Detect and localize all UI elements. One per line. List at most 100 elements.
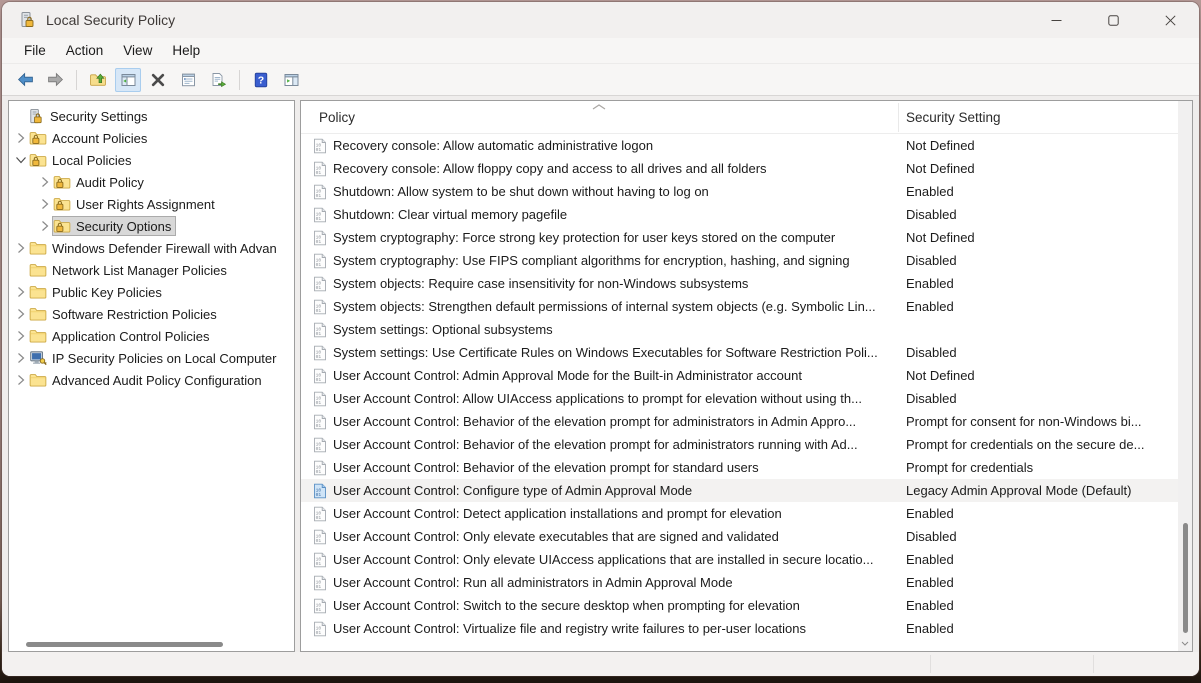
policy-row[interactable]: 1001User Account Control: Behavior of th… (301, 433, 1192, 456)
title-bar[interactable]: Local Security Policy (2, 2, 1199, 38)
tree-item-account-policies[interactable]: Account Policies (9, 127, 294, 149)
policy-doc-icon: 1001 (313, 368, 327, 384)
tree-item-audit-policy[interactable]: Audit Policy (9, 171, 294, 193)
chevron-right-icon[interactable] (13, 350, 29, 366)
tree-hscroll-thumb[interactable] (26, 642, 223, 647)
tree-item-application-control-policies[interactable]: Application Control Policies (9, 325, 294, 347)
menu-view[interactable]: View (113, 40, 162, 61)
policy-row[interactable]: 1001User Account Control: Switch to the … (301, 594, 1192, 617)
tree-item-security-settings[interactable]: Security Settings (9, 105, 294, 127)
chevron-right-icon[interactable] (37, 218, 53, 234)
list-header: Policy Security Setting (301, 101, 1192, 134)
chevron-down-icon[interactable] (13, 152, 29, 168)
policy-row[interactable]: 1001System cryptography: Force strong ke… (301, 226, 1192, 249)
security-settings-icon (27, 108, 45, 124)
column-header-security-setting[interactable]: Security Setting (906, 110, 1001, 125)
tree-item-label: Application Control Policies (52, 329, 210, 344)
security-setting-value: Enabled (906, 598, 1174, 613)
tree-item-network-list-manager-policies[interactable]: Network List Manager Policies (9, 259, 294, 281)
minimize-button[interactable] (1028, 2, 1085, 38)
policy-row[interactable]: 1001Recovery console: Allow floppy copy … (301, 157, 1192, 180)
close-icon (1165, 15, 1176, 26)
policy-row[interactable]: 1001System objects: Strengthen default p… (301, 295, 1192, 318)
tree-item-label: Advanced Audit Policy Configuration (52, 373, 262, 388)
tree-item-public-key-policies[interactable]: Public Key Policies (9, 281, 294, 303)
policy-row[interactable]: 1001User Account Control: Allow UIAccess… (301, 387, 1192, 410)
help-button[interactable]: ? (248, 68, 274, 92)
security-setting-value: Disabled (906, 207, 1174, 222)
policy-row[interactable]: 1001System settings: Optional subsystems (301, 318, 1192, 341)
export-list-button[interactable] (205, 68, 231, 92)
policy-name: User Account Control: Behavior of the el… (333, 437, 893, 452)
chevron-right-icon[interactable] (37, 174, 53, 190)
svg-text:01: 01 (316, 400, 322, 406)
properties-button[interactable] (175, 68, 201, 92)
policy-row[interactable]: 1001User Account Control: Only elevate U… (301, 548, 1192, 571)
policy-name: User Account Control: Run all administra… (333, 575, 893, 590)
policy-row[interactable]: 1001System cryptography: Use FIPS compli… (301, 249, 1192, 272)
policy-row[interactable]: 1001User Account Control: Virtualize fil… (301, 617, 1192, 640)
policy-row[interactable]: 1001Shutdown: Allow system to be shut do… (301, 180, 1192, 203)
folder-lock-icon (29, 152, 47, 168)
help-icon: ? (253, 72, 269, 88)
close-button[interactable] (1142, 2, 1199, 38)
policy-row[interactable]: 1001Shutdown: Clear virtual memory pagef… (301, 203, 1192, 226)
list-vscroll-thumb[interactable] (1183, 523, 1188, 633)
policy-row[interactable]: 1001User Account Control: Only elevate e… (301, 525, 1192, 548)
security-setting-value: Prompt for consent for non-Windows bi... (906, 414, 1174, 429)
tree-item-local-policies[interactable]: Local Policies (9, 149, 294, 171)
chevron-right-icon[interactable] (13, 372, 29, 388)
tree-item-ip-security-policies-on-local-computer[interactable]: IP Security Policies on Local Computer (9, 347, 294, 369)
tree-item-software-restriction-policies[interactable]: Software Restriction Policies (9, 303, 294, 325)
policy-doc-icon: 1001 (313, 230, 327, 246)
tree-item-body: IP Security Policies on Local Computer (29, 349, 280, 367)
chevron-right-icon[interactable] (13, 306, 29, 322)
column-header-policy[interactable]: Policy (319, 110, 355, 125)
delete-button[interactable] (145, 68, 171, 92)
policy-doc-icon: 1001 (313, 621, 327, 637)
show-action-pane-button[interactable] (278, 68, 304, 92)
folder-icon (29, 372, 47, 388)
menu-action[interactable]: Action (56, 40, 114, 61)
tree-item-advanced-audit-policy-configuration[interactable]: Advanced Audit Policy Configuration (9, 369, 294, 391)
show-action-pane-icon (283, 72, 300, 88)
tree-item-user-rights-assignment[interactable]: User Rights Assignment (9, 193, 294, 215)
tree-horizontal-scrollbar[interactable] (9, 640, 294, 649)
tree-item-label: Software Restriction Policies (52, 307, 217, 322)
tree-item-windows-defender-firewall-with-advan[interactable]: Windows Defender Firewall with Advan (9, 237, 294, 259)
menu-file[interactable]: File (14, 40, 56, 61)
policy-row[interactable]: 1001User Account Control: Detect applica… (301, 502, 1192, 525)
scroll-down-icon[interactable] (1181, 641, 1189, 646)
forward-button[interactable] (42, 68, 68, 92)
list-vertical-scrollbar[interactable] (1178, 101, 1192, 651)
up-one-level-button[interactable] (85, 68, 111, 92)
svg-text:01: 01 (316, 469, 322, 475)
policy-row[interactable]: 1001Recovery console: Allow automatic ad… (301, 134, 1192, 157)
tree-item-label: Public Key Policies (52, 285, 162, 300)
column-divider[interactable] (898, 103, 899, 132)
policy-row[interactable]: 1001User Account Control: Configure type… (301, 479, 1192, 502)
policy-row[interactable]: 1001User Account Control: Admin Approval… (301, 364, 1192, 387)
tree-item-body: Local Policies (29, 151, 136, 169)
menu-help[interactable]: Help (162, 40, 210, 61)
chevron-right-icon[interactable] (37, 196, 53, 212)
chevron-right-icon[interactable] (13, 284, 29, 300)
chevron-right-icon[interactable] (13, 130, 29, 146)
policy-row[interactable]: 1001User Account Control: Behavior of th… (301, 456, 1192, 479)
maximize-button[interactable] (1085, 2, 1142, 38)
show-console-tree-button[interactable] (115, 68, 141, 92)
back-button[interactable] (12, 68, 38, 92)
svg-text:01: 01 (316, 308, 322, 314)
toolbar: ? (2, 64, 1199, 96)
security-setting-value: Enabled (906, 299, 1174, 314)
policy-row[interactable]: 1001User Account Control: Behavior of th… (301, 410, 1192, 433)
tree-item-security-options[interactable]: Security Options (9, 215, 294, 237)
export-list-icon (210, 72, 227, 88)
policy-row[interactable]: 1001User Account Control: Run all admini… (301, 571, 1192, 594)
security-setting-value: Disabled (906, 391, 1174, 406)
tree-item-label: Account Policies (52, 131, 147, 146)
chevron-right-icon[interactable] (13, 328, 29, 344)
chevron-right-icon[interactable] (13, 240, 29, 256)
policy-row[interactable]: 1001System settings: Use Certificate Rul… (301, 341, 1192, 364)
policy-row[interactable]: 1001System objects: Require case insensi… (301, 272, 1192, 295)
